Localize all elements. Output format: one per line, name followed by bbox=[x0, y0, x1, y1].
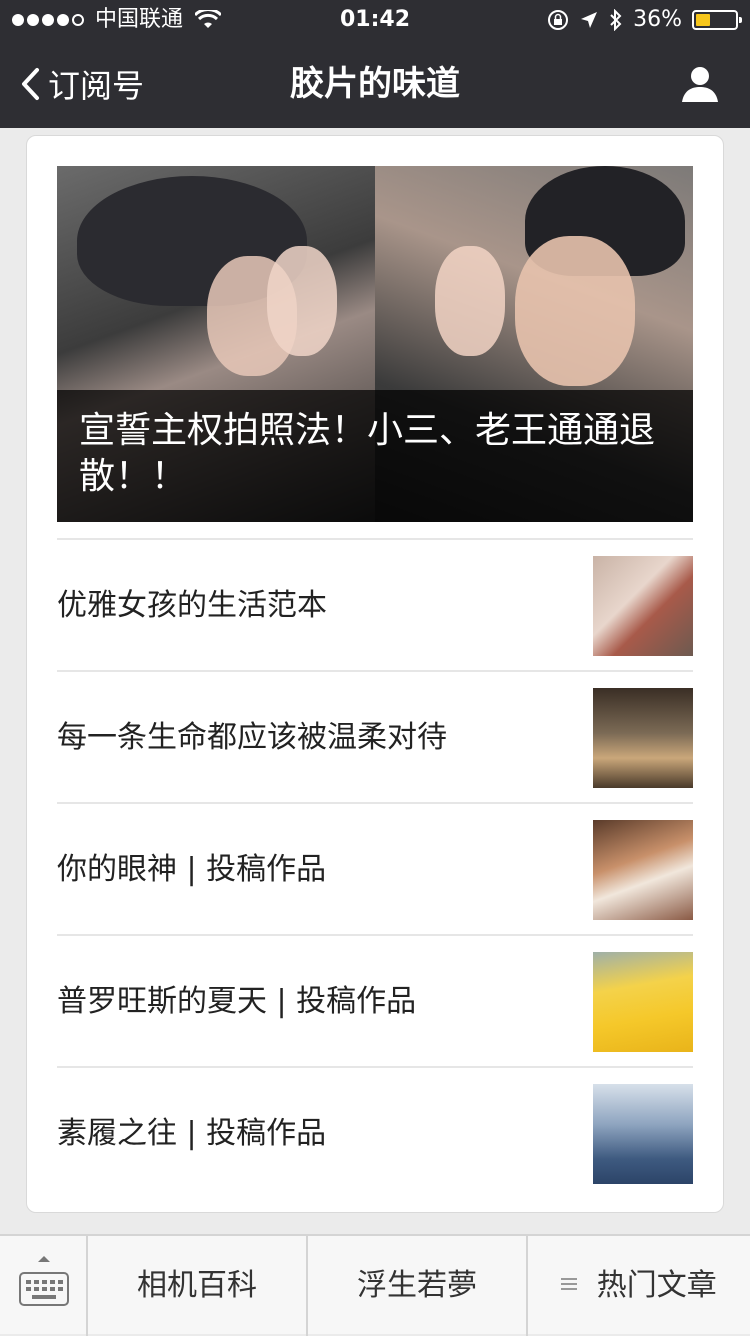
article-thumbnail bbox=[593, 952, 693, 1052]
caret-up-icon bbox=[38, 1256, 50, 1262]
list-item[interactable]: 优雅女孩的生活范本 bbox=[57, 538, 693, 670]
list-item[interactable]: 素履之往 | 投稿作品 bbox=[57, 1066, 693, 1198]
battery-level bbox=[696, 14, 710, 26]
article-thumbnail bbox=[593, 820, 693, 920]
rotation-lock-icon bbox=[548, 10, 569, 30]
article-title: 优雅女孩的生活范本 bbox=[57, 588, 327, 623]
menu-tab-hot-articles[interactable]: 热门文章 bbox=[528, 1236, 750, 1336]
list-item[interactable]: 你的眼神 | 投稿作品 bbox=[57, 802, 693, 934]
articles-card: 宣誓主权拍照法！小三、老王通通退散！！ 优雅女孩的生活范本 每一条生命都应该被温… bbox=[26, 135, 724, 1213]
image-detail bbox=[435, 246, 505, 356]
battery-icon bbox=[692, 10, 742, 30]
status-indicators: 36% bbox=[547, 0, 742, 40]
article-thumbnail bbox=[593, 1084, 693, 1184]
image-detail bbox=[267, 246, 337, 356]
article-thumbnail bbox=[593, 556, 693, 656]
article-title: 你的眼神 | 投稿作品 bbox=[57, 852, 327, 887]
list-item[interactable]: 普罗旺斯的夏天 | 投稿作品 bbox=[57, 934, 693, 1066]
menu-tab-label: 热门文章 bbox=[596, 1268, 717, 1303]
menu-tab-camera-wiki[interactable]: 相机百科 bbox=[88, 1236, 308, 1336]
battery-tip bbox=[739, 17, 742, 23]
menu-tab-label: 浮生若夢 bbox=[357, 1268, 477, 1303]
image-detail bbox=[515, 236, 635, 386]
location-arrow-icon bbox=[581, 12, 598, 28]
menu-tab-floating-life[interactable]: 浮生若夢 bbox=[308, 1236, 528, 1336]
profile-icon[interactable] bbox=[680, 64, 720, 104]
keyboard-icon bbox=[19, 1272, 69, 1306]
article-title: 每一条生命都应该被温柔对待 bbox=[57, 720, 447, 755]
battery-percent: 36% bbox=[633, 7, 682, 32]
status-bar: 中国联通 01:42 36% bbox=[0, 0, 750, 40]
keyboard-toggle-button[interactable] bbox=[0, 1236, 88, 1336]
menu-bar: 相机百科 浮生若夢 热门文章 bbox=[0, 1234, 750, 1336]
page-title: 胶片的味道 bbox=[290, 64, 460, 104]
bluetooth-icon bbox=[610, 9, 622, 31]
article-title: 素履之往 | 投稿作品 bbox=[57, 1116, 327, 1151]
featured-caption: 宣誓主权拍照法！小三、老王通通退散！！ bbox=[57, 390, 693, 522]
navigation-bar: 订阅号 胶片的味道 bbox=[0, 40, 750, 128]
article-thumbnail bbox=[593, 688, 693, 788]
featured-article[interactable]: 宣誓主权拍照法！小三、老王通通退散！！ bbox=[57, 166, 693, 522]
article-list: 优雅女孩的生活范本 每一条生命都应该被温柔对待 你的眼神 | 投稿作品 普罗旺斯… bbox=[57, 538, 693, 1198]
menu-tab-label: 相机百科 bbox=[137, 1268, 257, 1303]
article-title: 普罗旺斯的夏天 | 投稿作品 bbox=[57, 984, 417, 1019]
list-item[interactable]: 每一条生命都应该被温柔对待 bbox=[57, 670, 693, 802]
submenu-icon bbox=[561, 1277, 578, 1290]
